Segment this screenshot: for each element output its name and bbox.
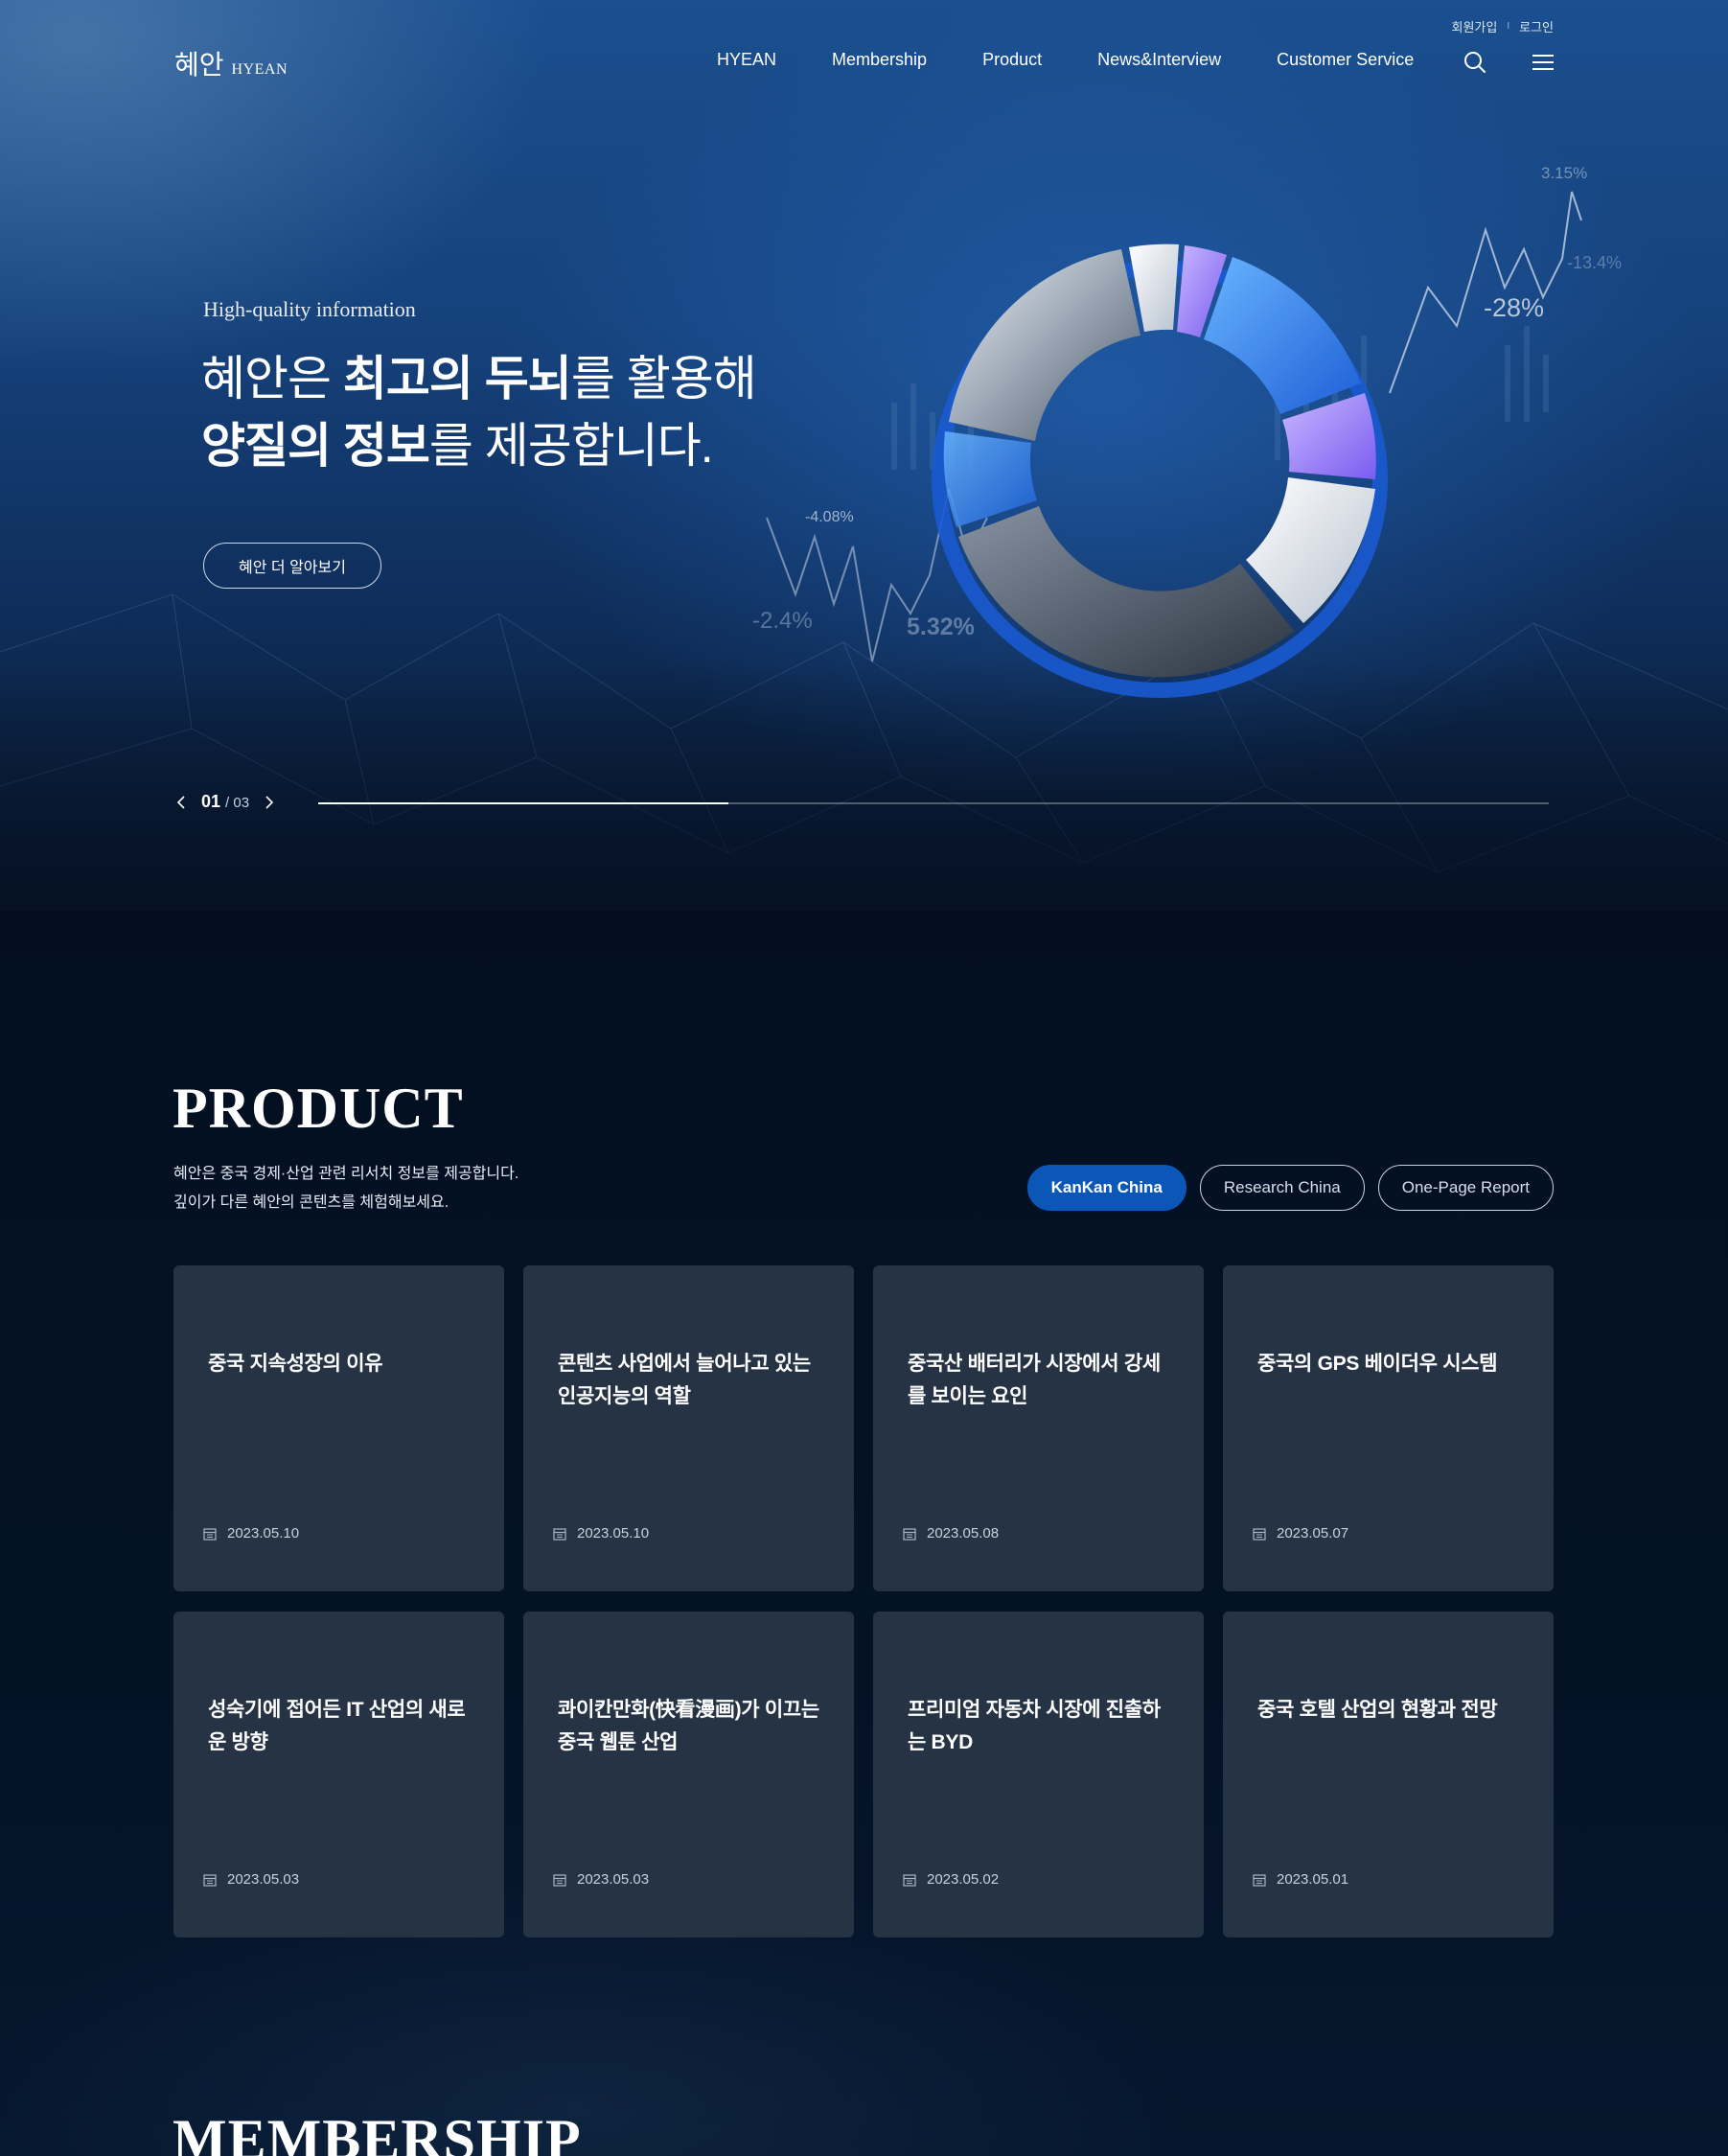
calendar-icon [553,1873,566,1887]
slider-progress-fill [318,802,728,804]
product-desc-line: 혜안은 중국 경제·산업 관련 리서치 정보를 제공합니다. [173,1166,519,1182]
nav-item-product[interactable]: Product [982,50,1042,70]
card-date-text: 2023.05.08 [927,1525,1000,1542]
art-label: -2.4% [752,608,813,634]
tab-kankan-china[interactable]: KanKan China [1026,1165,1187,1211]
card-date: 2023.05.07 [1252,1525,1348,1542]
signup-link[interactable]: 회원가입 [1451,17,1497,35]
product-card[interactable]: 프리미엄 자동차 시장에 진출하는 BYD 2023.05.02 [873,1611,1204,1937]
chevron-right-icon[interactable] [261,794,278,811]
hero-title: 혜안은 최고의 두뇌를 활용해 양질의 정보를 제공합니다. [201,352,757,473]
card-title: 성숙기에 접어든 IT 산업의 새로운 방향 [208,1699,466,1753]
nav-item-news-interview[interactable]: News&Interview [1097,50,1221,70]
card-date: 2023.05.01 [1252,1871,1348,1888]
utility-nav: 회원가입 I 로그인 [1451,17,1554,35]
product-section-title: PRODUCT [173,1077,464,1140]
card-date: 2023.05.08 [902,1525,999,1542]
slider-progress-bar[interactable] [318,802,1549,804]
card-title: 중국의 GPS 베이더우 시스템 [1257,1353,1498,1375]
product-card[interactable]: 성숙기에 접어든 IT 산업의 새로운 방향 2023.05.03 [173,1611,504,1937]
card-date: 2023.05.02 [902,1871,999,1888]
calendar-icon [553,1527,566,1541]
art-label: 3.15% [1541,164,1587,182]
logo[interactable]: 혜안 HYEAN [174,44,288,82]
calendar-icon [903,1873,916,1887]
product-tabs: KanKan China Research China One-Page Rep… [1026,1165,1554,1211]
product-card[interactable]: 콰이칸만화(快看漫画)가 이끄는 중국 웹툰 산업 2023.05.03 [523,1611,854,1937]
chevron-left-icon[interactable] [173,794,190,811]
nav-item-membership[interactable]: Membership [832,50,927,70]
hero-section: 회원가입 I 로그인 혜안 HYEAN HYEAN Membership Pro… [0,0,1728,911]
login-link[interactable]: 로그인 [1519,17,1554,35]
slider-pager: 01 / 03 [173,792,278,812]
card-title: 중국 지속성장의 이유 [208,1353,383,1375]
calendar-icon [203,1873,217,1887]
product-card[interactable]: 콘텐츠 사업에서 늘어나고 있는 인공지능의 역할 2023.05.10 [523,1265,854,1591]
card-date: 2023.05.03 [552,1871,649,1888]
product-card[interactable]: 중국 지속성장의 이유 2023.05.10 [173,1265,504,1591]
card-date-text: 2023.05.03 [577,1871,650,1888]
card-title: 콰이칸만화(快看漫画)가 이끄는 중국 웹툰 산업 [558,1699,819,1753]
card-date-text: 2023.05.10 [577,1525,650,1542]
hero-eyebrow: High-quality information [203,297,416,321]
card-date: 2023.05.10 [202,1525,299,1542]
slide-total: / 03 [225,795,250,811]
membership-section-title: MEMBERSHIP [173,2108,582,2156]
card-date: 2023.05.10 [552,1525,649,1542]
hero-donut-illustration: 3.15% -13.4% -28% -4.08% -2.4% 5.32% [752,164,1622,698]
product-card-grid: 중국 지속성장의 이유 2023.05.10 콘텐츠 사업에서 늘어나고 있는 … [173,1265,1554,1937]
card-title: 콘텐츠 사업에서 늘어나고 있는 인공지능의 역할 [558,1353,811,1407]
card-date: 2023.05.03 [202,1871,299,1888]
product-card[interactable]: 중국의 GPS 베이더우 시스템 2023.05.07 [1223,1265,1554,1591]
art-label: -28% [1484,293,1544,322]
product-desc-line: 깊이가 다른 혜안의 콘텐츠를 체험해보세요. [173,1194,449,1211]
main-nav: HYEAN Membership Product News&Interview … [717,50,1414,70]
card-title: 중국 호텔 산업의 현황과 전망 [1257,1699,1498,1721]
card-date-text: 2023.05.07 [1277,1525,1349,1542]
search-icon[interactable] [1463,50,1487,75]
logo-korean: 혜안 [174,49,224,81]
calendar-icon [1253,1873,1266,1887]
tab-research-china[interactable]: Research China [1199,1165,1365,1211]
product-card[interactable]: 중국산 배터리가 시장에서 강세를 보이는 요인 2023.05.08 [873,1265,1204,1591]
art-label: 5.32% [907,614,975,640]
card-title: 프리미엄 자동차 시장에 진출하는 BYD [908,1699,1161,1753]
calendar-icon [1253,1527,1266,1541]
nav-item-hyean[interactable]: HYEAN [717,50,776,70]
card-date-text: 2023.05.10 [227,1525,300,1542]
card-title: 중국산 배터리가 시장에서 강세를 보이는 요인 [908,1353,1161,1407]
nav-item-customer-service[interactable]: Customer Service [1277,50,1414,70]
calendar-icon [203,1527,217,1541]
product-card[interactable]: 중국 호텔 산업의 현황과 전망 2023.05.01 [1223,1611,1554,1937]
card-date-text: 2023.05.02 [927,1871,1000,1888]
card-date-text: 2023.05.01 [1277,1871,1349,1888]
learn-more-button[interactable]: 혜안 더 알아보기 [203,543,381,589]
tab-one-page-report[interactable]: One-Page Report [1377,1165,1554,1211]
calendar-icon [903,1527,916,1541]
logo-english: HYEAN [231,61,288,78]
slide-current: 01 [201,792,221,811]
art-label: -13.4% [1567,253,1622,272]
hamburger-menu-icon[interactable] [1531,50,1555,75]
product-description: 혜안은 중국 경제·산업 관련 리서치 정보를 제공합니다. 깊이가 다른 혜안… [173,1160,518,1217]
art-label: -4.08% [805,509,854,525]
card-date-text: 2023.05.03 [227,1871,300,1888]
util-separator: I [1507,21,1510,32]
